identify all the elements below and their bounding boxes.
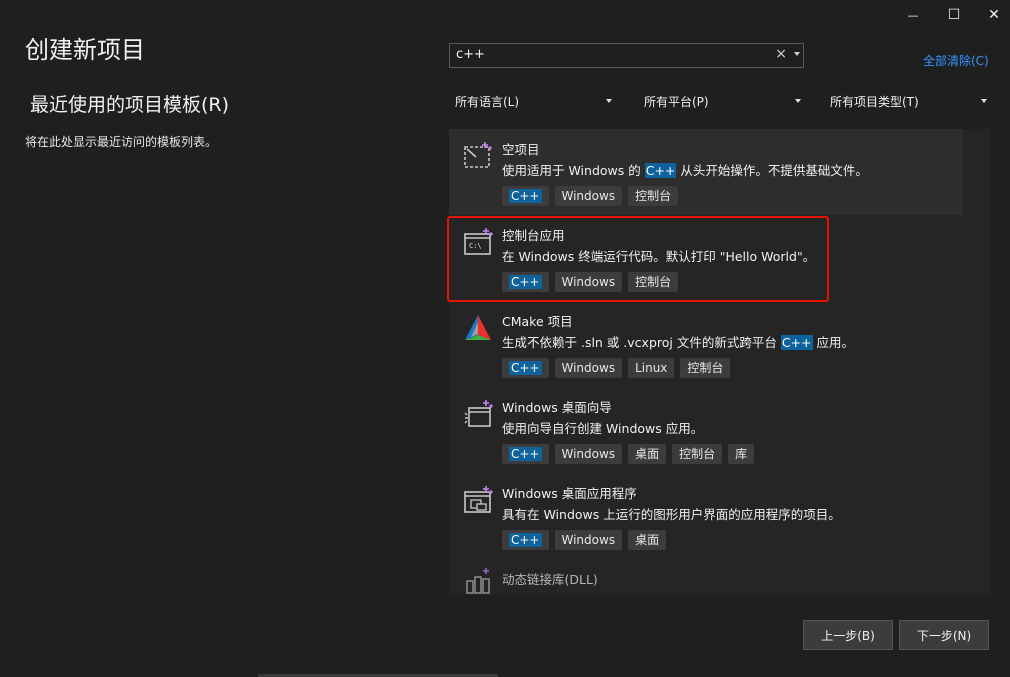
tag-linux: Linux: [628, 358, 675, 378]
maximize-icon: ☐: [947, 7, 961, 23]
tag-windows: Windows: [554, 186, 623, 206]
dll-icon: [466, 568, 490, 594]
windows-desktop-app-icon: [464, 486, 493, 513]
platform-filter[interactable]: 所有平台(P): [638, 91, 803, 111]
template-name: CMake 项目: [502, 314, 573, 329]
search-clear-icon[interactable]: ×: [775, 46, 787, 62]
minimize-button[interactable]: —: [890, 0, 936, 30]
project-type-filter[interactable]: 所有项目类型(T): [824, 91, 989, 111]
template-description: 使用向导自行创建 Windows 应用。: [502, 421, 704, 436]
next-button[interactable]: 下一步(N): [899, 620, 989, 650]
template-tags: C++ Windows Linux 控制台: [502, 358, 731, 378]
template-description: 使用适用于 Windows 的 C++ 从头开始操作。不提供基础文件。: [502, 160, 868, 179]
tag-windows: Windows: [554, 444, 623, 464]
description-text: 应用。: [812, 335, 854, 350]
template-name: Windows 桌面应用程序: [502, 486, 637, 501]
minimize-icon: —: [907, 8, 919, 22]
template-name: 动态链接库(DLL): [502, 572, 598, 587]
language-filter[interactable]: 所有语言(L): [449, 91, 614, 111]
template-item-cmake[interactable]: CMake 项目 生成不依赖于 .sln 或 .vcxproj 文件的新式跨平台…: [449, 301, 963, 387]
search-box[interactable]: ×: [449, 43, 804, 68]
svg-text:C:\: C:\: [469, 242, 482, 250]
chevron-down-icon: [981, 99, 987, 103]
search-input[interactable]: [456, 47, 756, 62]
template-name: 空项目: [502, 142, 540, 157]
template-item-windows-desktop-wizard[interactable]: Windows 桌面向导 使用向导自行创建 Windows 应用。 C++ Wi…: [449, 387, 963, 473]
description-text: 从头开始操作。不提供基础文件。: [676, 163, 868, 178]
recent-templates-heading: 最近使用的项目模板(R): [30, 94, 230, 116]
tag-windows: Windows: [554, 530, 623, 550]
search-match-highlight: C++: [780, 335, 813, 350]
template-list[interactable]: 空项目 使用适用于 Windows 的 C++ 从头开始操作。不提供基础文件。 …: [449, 129, 990, 595]
description-text: 生成不依赖于 .sln 或 .vcxproj 文件的新式跨平台: [502, 335, 781, 350]
tag-windows: Windows: [554, 358, 623, 378]
close-icon: ✕: [988, 7, 1000, 23]
project-type-filter-label: 所有项目类型(T): [830, 95, 919, 109]
template-item-empty-project[interactable]: 空项目 使用适用于 Windows 的 C++ 从头开始操作。不提供基础文件。 …: [449, 129, 963, 215]
windows-wizard-icon: [464, 400, 493, 427]
template-item-dll[interactable]: 动态链接库(DLL): [449, 559, 963, 595]
language-filter-label: 所有语言(L): [455, 95, 520, 109]
template-tags: C++ Windows 控制台: [502, 272, 679, 292]
back-button[interactable]: 上一步(B): [803, 620, 893, 650]
template-description: 具有在 Windows 上运行的图形用户界面的应用程序的项目。: [502, 507, 841, 522]
empty-project-icon: [464, 142, 492, 168]
template-description: 生成不依赖于 .sln 或 .vcxproj 文件的新式跨平台 C++ 应用。: [502, 332, 854, 351]
chevron-down-icon: [606, 99, 612, 103]
close-window-button[interactable]: ✕: [971, 0, 1010, 30]
template-name: 控制台应用: [502, 228, 565, 243]
tag-cpp: C++: [502, 272, 549, 292]
tag-desktop: 桌面: [628, 530, 667, 550]
console-app-icon: C:\: [464, 228, 493, 255]
tag-desktop: 桌面: [628, 444, 667, 464]
description-text: 使用适用于 Windows 的: [502, 163, 645, 178]
tag-cpp: C++: [502, 444, 549, 464]
tag-windows: Windows: [554, 272, 623, 292]
template-tags: C++ Windows 桌面: [502, 530, 667, 550]
tag-console: 控制台: [680, 358, 731, 378]
platform-filter-label: 所有平台(P): [644, 95, 709, 109]
tag-cpp: C++: [502, 358, 549, 378]
tag-cpp: C++: [502, 186, 549, 206]
template-description: 在 Windows 终端运行代码。默认打印 "Hello World"。: [502, 249, 816, 264]
page-title: 创建新项目: [25, 36, 145, 64]
template-tags: C++ Windows 桌面 控制台 库: [502, 444, 755, 464]
template-tags: C++ Windows 控制台: [502, 186, 679, 206]
template-item-windows-desktop-app[interactable]: Windows 桌面应用程序 具有在 Windows 上运行的图形用户界面的应用…: [449, 473, 963, 559]
tag-console: 控制台: [628, 186, 679, 206]
template-item-console-app[interactable]: C:\ 控制台应用 在 Windows 终端运行代码。默认打印 "Hello W…: [449, 215, 963, 301]
chevron-down-icon: [795, 99, 801, 103]
template-name: Windows 桌面向导: [502, 400, 612, 415]
recent-templates-description: 将在此处显示最近访问的模板列表。: [25, 135, 218, 149]
search-match-highlight: C++: [644, 163, 677, 178]
tag-cpp: C++: [502, 530, 549, 550]
clear-all-link[interactable]: 全部清除(C): [923, 52, 989, 69]
tag-library: 库: [728, 444, 755, 464]
search-history-dropdown-icon[interactable]: [794, 52, 800, 56]
cmake-icon: [465, 315, 491, 340]
tag-console: 控制台: [672, 444, 723, 464]
tag-console: 控制台: [628, 272, 679, 292]
